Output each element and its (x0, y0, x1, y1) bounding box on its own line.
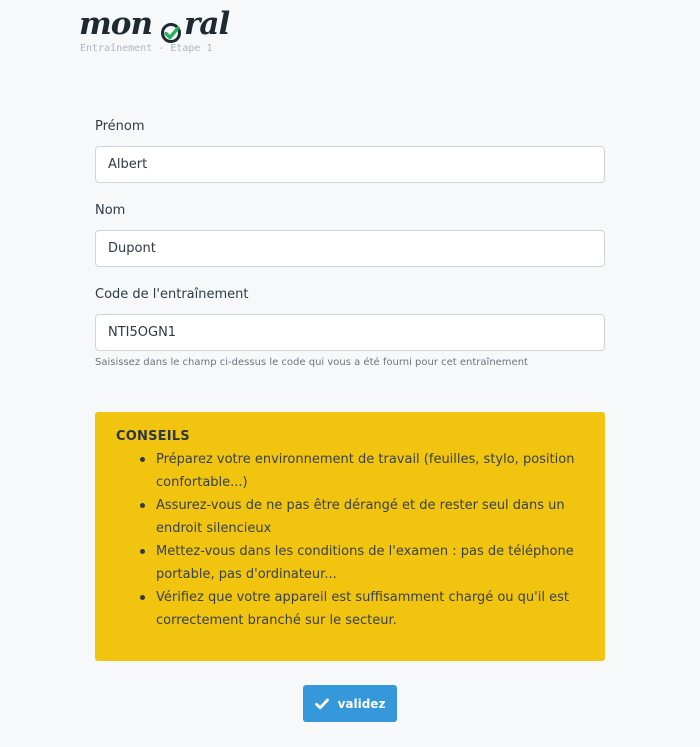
last-name-input[interactable] (95, 230, 605, 267)
logo-text-left: mon (79, 6, 153, 42)
validate-button-label: validez (337, 696, 386, 711)
advice-list: Préparez votre environnement de travail … (116, 448, 585, 632)
advice-box: CONSEILS Préparez votre environnement de… (95, 412, 605, 661)
logo-check-icon (160, 16, 182, 43)
first-name-input[interactable] (95, 146, 605, 183)
advice-item: Préparez votre environnement de travail … (140, 448, 585, 494)
logo: mon ral (79, 6, 230, 43)
code-label: Code de l'entraînement (95, 287, 249, 302)
check-icon (314, 698, 329, 710)
code-help-text: Saisissez dans le champ ci-dessus le cod… (95, 357, 528, 368)
first-name-label: Prénom (95, 119, 145, 134)
code-input[interactable] (95, 314, 605, 351)
page: mon ral Entraînement - Étape 1 Prénom No… (0, 0, 700, 747)
validate-button[interactable]: validez (303, 685, 397, 722)
page-subtitle: Entraînement - Étape 1 (80, 43, 213, 54)
advice-title: CONSEILS (116, 429, 190, 444)
logo-text-right: ral (184, 6, 230, 42)
advice-item: Mettez-vous dans les conditions de l'exa… (140, 540, 585, 586)
advice-item: Vérifiez que votre appareil est suffisam… (140, 586, 585, 632)
last-name-label: Nom (95, 203, 126, 218)
advice-item: Assurez-vous de ne pas être dérangé et d… (140, 494, 585, 540)
